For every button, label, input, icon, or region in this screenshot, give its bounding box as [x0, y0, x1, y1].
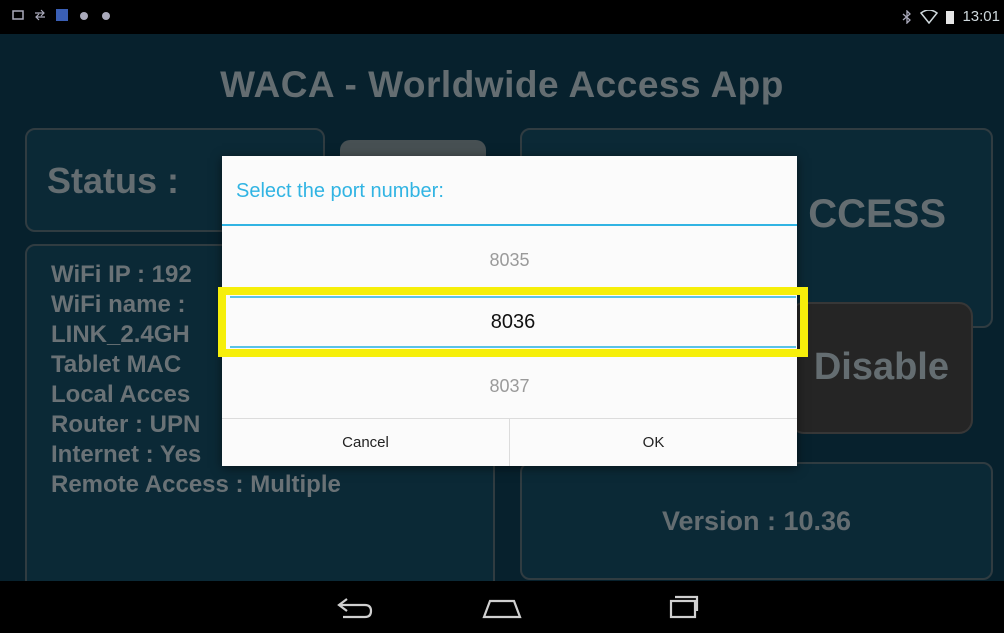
- ok-button[interactable]: OK: [510, 419, 797, 466]
- wifi-icon: [920, 9, 939, 24]
- bluetooth-icon: [903, 9, 912, 24]
- clock: 13:01: [962, 8, 1000, 25]
- app-icon: [56, 9, 68, 21]
- recent-apps-icon[interactable]: [665, 593, 701, 621]
- status-bar: 13:01: [0, 0, 1004, 34]
- cancel-button[interactable]: Cancel: [222, 419, 509, 466]
- android-icon: [80, 12, 88, 20]
- battery-icon: [946, 10, 955, 24]
- navigation-bar: [0, 581, 1004, 633]
- home-icon[interactable]: [480, 593, 524, 621]
- picker-item-selected[interactable]: 8036: [230, 296, 796, 348]
- dialog-title-divider: [222, 224, 797, 226]
- picker-item-next[interactable]: 8037: [222, 376, 797, 397]
- system-indicators: 13:01: [902, 8, 1000, 25]
- android-icon-2: [102, 12, 110, 20]
- dialog-title: Select the port number:: [236, 180, 444, 202]
- port-picker-dialog: Select the port number: 8035 8036 8037 C…: [222, 156, 797, 466]
- sync-icon: [35, 9, 45, 21]
- back-icon[interactable]: [333, 593, 377, 621]
- notification-icons: [12, 9, 112, 21]
- picker-item-previous[interactable]: 8035: [222, 250, 797, 271]
- screenshot-icon: [12, 10, 24, 20]
